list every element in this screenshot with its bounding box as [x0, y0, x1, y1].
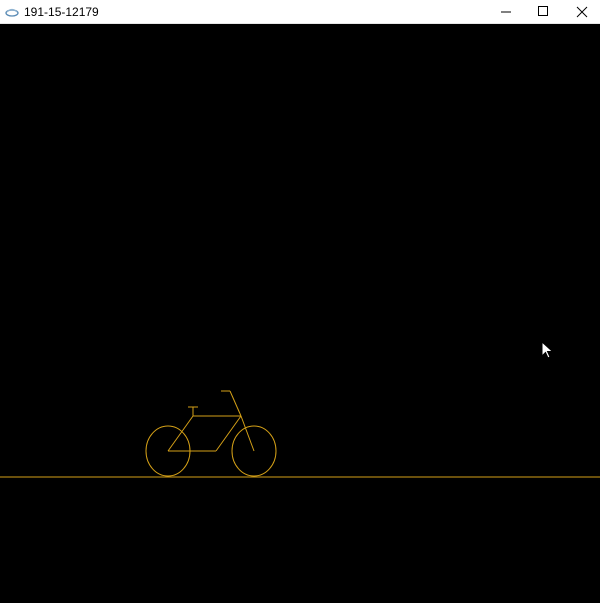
app-window: 191-15-12179	[0, 0, 600, 598]
maximize-icon	[538, 6, 548, 16]
title-bar[interactable]: 191-15-12179	[0, 0, 600, 24]
close-button[interactable]	[562, 0, 600, 24]
bicycle-frame	[167, 390, 255, 452]
minimize-icon	[501, 11, 511, 13]
minimize-button[interactable]	[487, 0, 527, 24]
mouse-pointer-icon	[541, 341, 554, 359]
maximize-button[interactable]	[523, 0, 563, 24]
scene-drawing	[0, 390, 600, 478]
drawing-canvas[interactable]	[0, 24, 600, 598]
close-icon	[576, 6, 588, 18]
window-title: 191-15-12179	[24, 5, 99, 19]
app-icon	[5, 8, 19, 17]
